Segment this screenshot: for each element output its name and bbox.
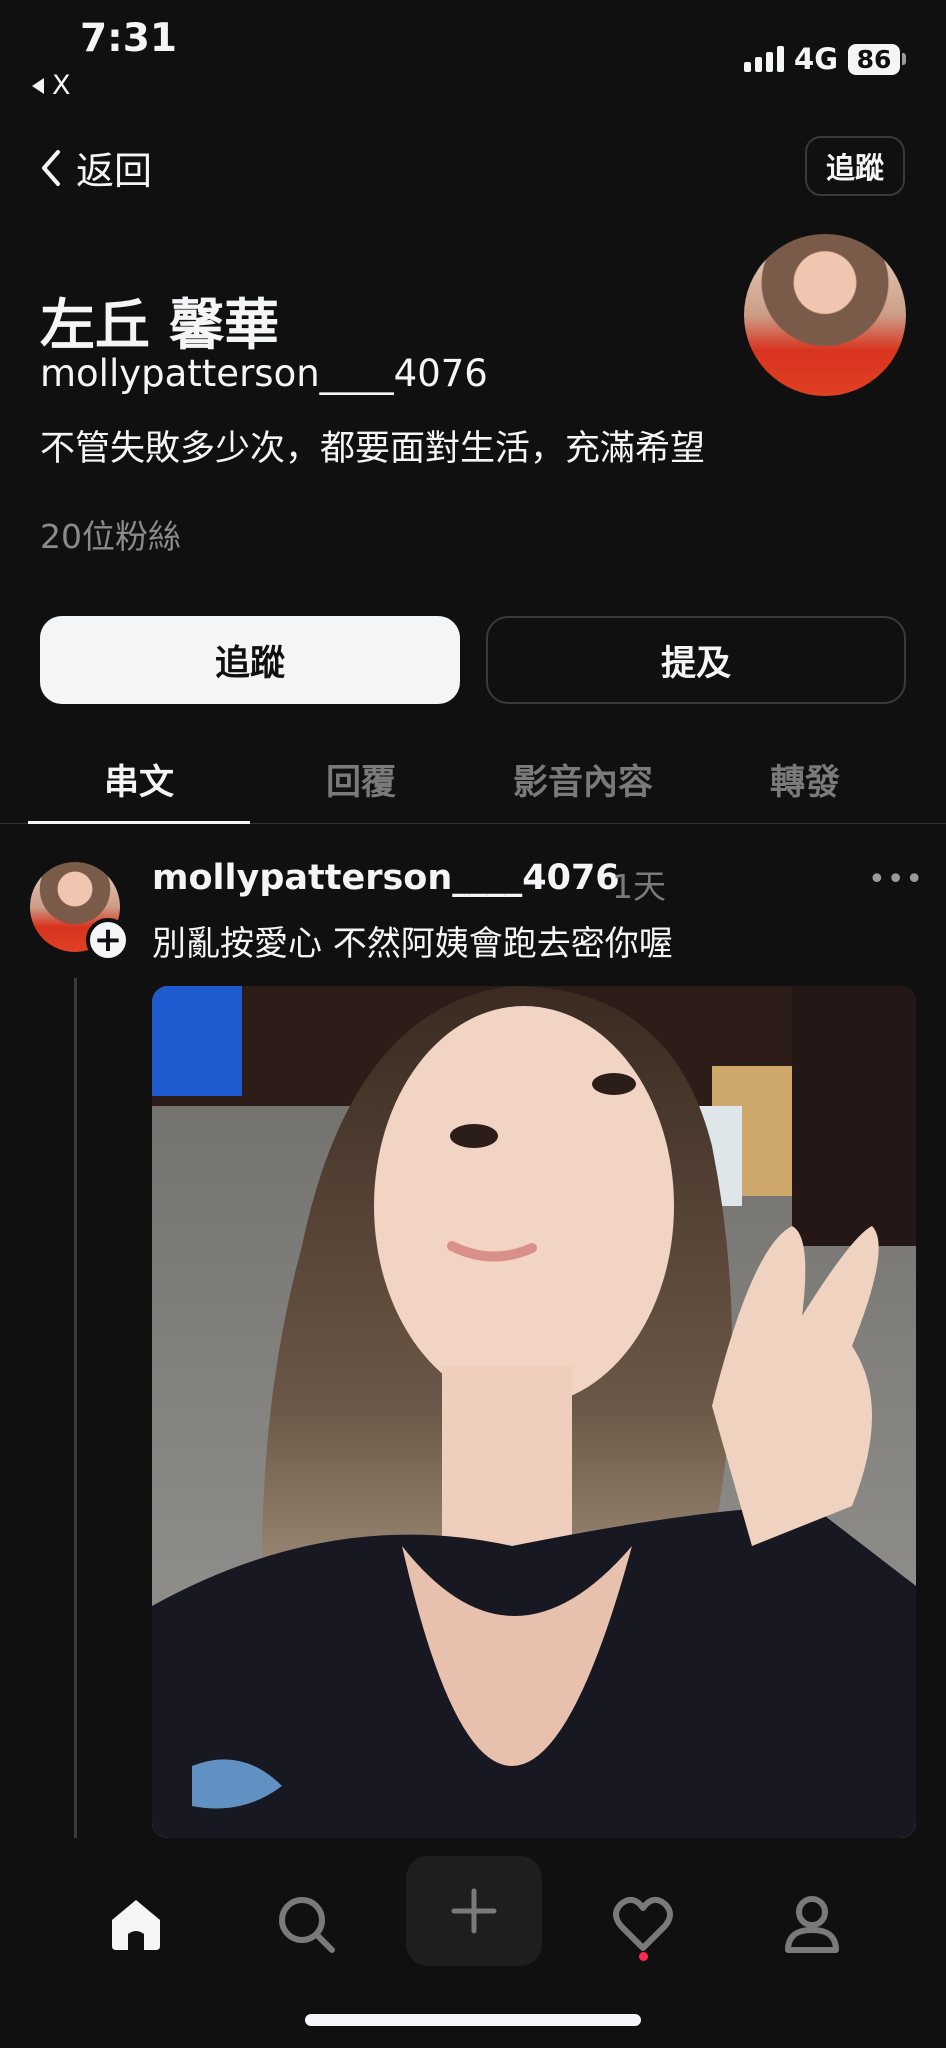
back-app-label: X xyxy=(52,70,71,101)
post-username[interactable]: mollypatterson____4076 xyxy=(152,858,620,898)
create-post-button[interactable] xyxy=(406,1856,542,1966)
follow-button[interactable]: 追蹤 xyxy=(40,616,460,704)
profile-icon[interactable] xyxy=(764,1876,860,1972)
status-time: 7:31 xyxy=(80,16,178,61)
battery-tip xyxy=(902,53,906,65)
back-label: 返回 xyxy=(76,149,153,193)
profile-username: mollypatterson____4076 xyxy=(40,352,488,395)
profile-tabs: 串文 回覆 影音內容 轉發 xyxy=(0,740,946,824)
follow-plus-icon[interactable]: + xyxy=(86,918,130,962)
signal-icon xyxy=(744,46,785,72)
tab-reposts[interactable]: 轉發 xyxy=(694,740,916,823)
battery-icon: 86 xyxy=(848,43,906,75)
home-icon[interactable] xyxy=(88,1876,184,1972)
profile-page: 7:31 X 4G 86 返回 追蹤 左丘 馨華 mollypatterson_… xyxy=(0,0,946,2048)
back-triangle-icon xyxy=(32,77,44,94)
more-options-icon[interactable]: ••• xyxy=(868,862,924,897)
back-to-app[interactable]: X xyxy=(30,70,71,101)
search-icon[interactable] xyxy=(258,1876,354,1972)
profile-display-name: 左丘 馨華 xyxy=(40,293,280,357)
followers-count[interactable]: 20位粉絲 xyxy=(40,510,181,558)
network-type: 4G xyxy=(794,42,838,76)
header-follow-button[interactable]: 追蹤 xyxy=(805,136,905,196)
tab-threads[interactable]: 串文 xyxy=(28,740,250,824)
plus-icon xyxy=(451,1888,497,1934)
post-text: 別亂按愛心 不然阿姨會跑去密你喔 xyxy=(152,924,673,964)
post-photo[interactable] xyxy=(152,986,916,1838)
mention-button[interactable]: 提及 xyxy=(486,616,906,704)
back-button[interactable]: 返回 xyxy=(38,140,152,195)
chevron-left-icon xyxy=(42,149,60,186)
home-indicator[interactable] xyxy=(305,2014,641,2026)
tab-media[interactable]: 影音內容 xyxy=(472,740,694,823)
selfie-photo xyxy=(152,986,916,1838)
profile-bio: 不管失敗多少次，都要面對生活，充滿希望 xyxy=(40,429,706,469)
notification-dot xyxy=(639,1952,648,1961)
post-time: 1天 xyxy=(612,867,666,906)
thread-line xyxy=(74,978,77,1838)
tab-replies[interactable]: 回覆 xyxy=(250,740,472,823)
profile-avatar[interactable] xyxy=(744,234,906,396)
status-indicators: 4G 86 xyxy=(744,42,906,76)
battery-level: 86 xyxy=(848,43,900,75)
